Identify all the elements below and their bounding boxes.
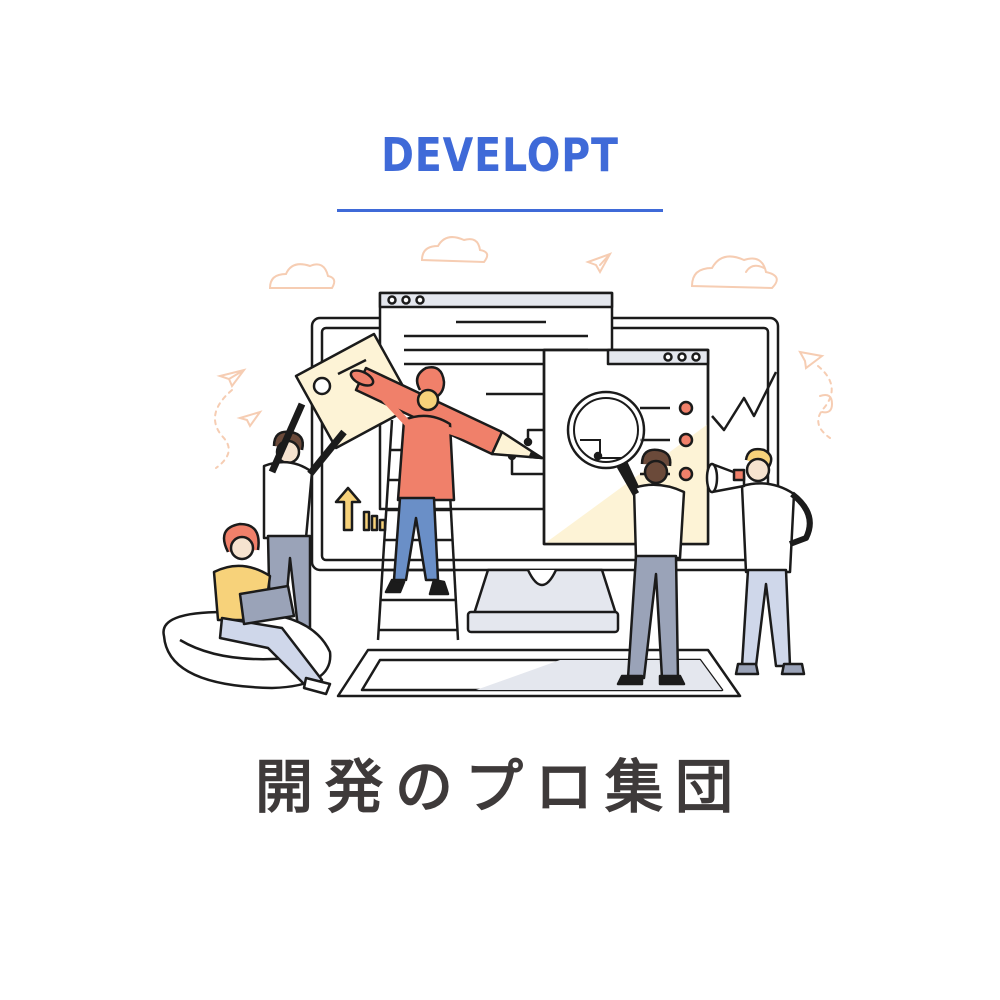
paper-plane-icon (236, 410, 263, 428)
dashed-flight-trail (213, 389, 233, 469)
window-dot (387, 295, 397, 305)
torso (262, 460, 314, 540)
shoe (384, 578, 406, 594)
window-dot (663, 352, 673, 362)
legs (740, 568, 792, 668)
cloud-icon (745, 264, 765, 273)
window-dot (677, 352, 687, 362)
shoe (428, 578, 450, 596)
dashed-flight-trail (817, 365, 833, 439)
status-dot (678, 466, 694, 482)
shoe (780, 662, 806, 676)
window-dot (401, 295, 411, 305)
shoe (658, 674, 686, 686)
paper-plane-icon (216, 368, 247, 388)
shoe (734, 662, 760, 676)
laptop-icon (238, 584, 296, 626)
torso (396, 414, 456, 502)
status-dot (678, 400, 694, 416)
torso (632, 483, 686, 560)
shoe (302, 676, 332, 696)
torso (740, 482, 796, 574)
mini-bar (370, 514, 379, 532)
development-team-illustration (162, 236, 834, 698)
tagline: 開発のプロ集団 (254, 753, 745, 821)
paper-plane-icon (585, 252, 613, 275)
status-dot (678, 432, 694, 448)
monitor-base (466, 610, 620, 634)
swirl-doodle (819, 394, 834, 414)
window-dot (691, 352, 701, 362)
cloud-icon (690, 255, 778, 290)
window-titlebar (378, 291, 614, 309)
window-dot (415, 295, 425, 305)
cloud-icon (268, 263, 336, 289)
cloud-icon (420, 236, 489, 264)
keyboard (336, 648, 742, 698)
mini-bar (362, 510, 371, 532)
shoe (616, 674, 644, 686)
